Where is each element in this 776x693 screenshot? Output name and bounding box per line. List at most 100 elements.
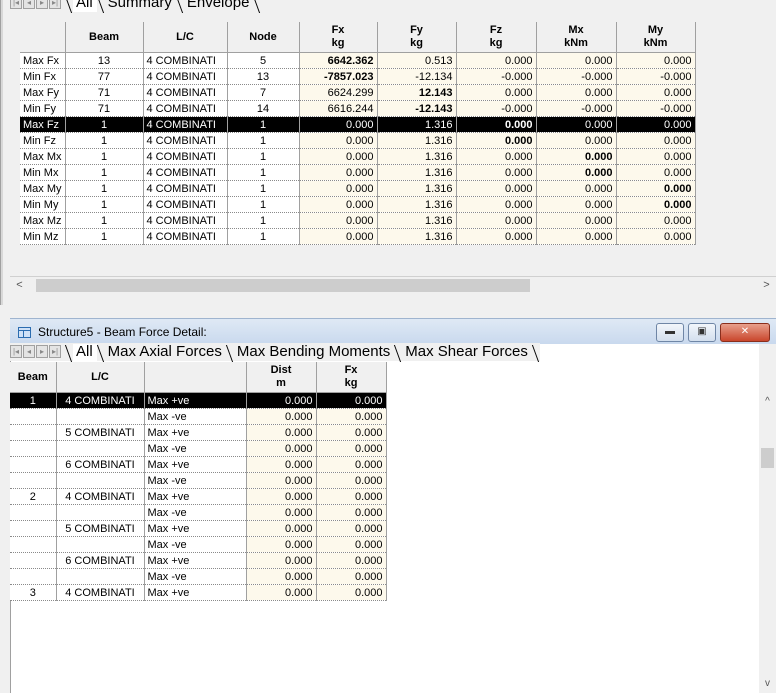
table-row[interactable]: Min Mx 1 4 COMBINATI 1 0.000 1.316 0.000 0.000 0… [20,164,696,181]
load-case-cell: 5 COMBINATI [56,520,145,537]
scrollbar-thumb[interactable] [36,279,530,292]
column-header[interactable] [20,22,66,53]
load-case-cell: 4 COMBINATI [143,68,228,85]
tab-prev-icon[interactable]: ◂ [23,0,35,9]
table-row[interactable]: Max Mz 1 4 COMBINATI 1 0.000 1.316 0.000 0.000 0… [20,212,696,229]
table-row[interactable]: Max -ve 0.000 0.000 [10,408,387,425]
tab-summary[interactable]: Summary [105,0,176,12]
dist-cell: 0.000 [246,424,317,441]
tab-prev-icon[interactable]: ◂ [23,345,35,358]
vertical-scrollbar[interactable]: ^ v [759,344,776,693]
column-header-name: Mx [568,24,584,36]
node-cell: 1 [227,164,300,181]
table-row[interactable]: 34 COMBINATI Max +ve 0.000 0.000 [10,584,387,601]
table-row[interactable]: Max Fz 1 4 COMBINATI 1 0.000 1.316 0.000 0.000 0… [20,116,696,133]
column-header-name: Fx [344,364,358,376]
fx-cell: 0.000 [316,424,387,441]
fx-cell: 0.000 [299,212,378,229]
fx-cell: 0.000 [299,228,378,245]
table-row[interactable]: Max -ve 0.000 0.000 [10,568,387,585]
tab-max-shear-forces[interactable]: Max Shear Forces [402,344,532,361]
column-header[interactable]: L/C [56,362,145,393]
table-row[interactable]: Max -ve 0.000 0.000 [10,472,387,489]
column-header[interactable]: Beam [65,22,144,53]
fy-cell: 1.316 [377,164,457,181]
fx-cell: 0.000 [316,408,387,425]
node-cell: 1 [227,228,300,245]
column-header[interactable]: Fz kg [456,22,537,53]
table-row[interactable]: Max My 1 4 COMBINATI 1 0.000 1.316 0.000 0.000 0… [20,180,696,197]
column-header[interactable]: Beam [10,362,57,393]
tab-max-bending-moments[interactable]: Max Bending Moments [234,344,394,361]
chevron-up-icon[interactable]: ^ [759,396,776,411]
table-row[interactable]: Max Mx 1 4 COMBINATI 1 0.000 1.316 0.000 0.000 0… [20,148,696,165]
extreme-type-cell: Max -ve [144,408,247,425]
column-header[interactable]: Mx kNm [536,22,617,53]
tab-last-icon[interactable]: ▸| [49,345,61,358]
chevron-down-icon[interactable]: v [759,678,776,693]
beam-cell [10,504,57,521]
mx-cell: 0.000 [536,196,617,213]
column-header[interactable]: Fx kg [316,362,387,393]
beam-cell [10,408,57,425]
row-label: Min Mz [20,228,66,245]
dist-cell: 0.000 [246,584,317,601]
row-label: Max Fz [20,116,66,133]
tab-first-icon[interactable]: |◂ [10,0,22,9]
tab-all[interactable]: All [73,344,97,361]
table-row[interactable]: 5 COMBINATI Max +ve 0.000 0.000 [10,424,387,441]
beam-cell: 1 [10,392,57,409]
tab-all[interactable]: All [73,0,97,12]
column-header[interactable]: My kNm [616,22,696,53]
table-row[interactable]: Max Fy 71 4 COMBINATI 7 6624.299 12.143 0.000 0… [20,84,696,101]
dist-cell: 0.000 [246,472,317,489]
table-row[interactable]: Max -ve 0.000 0.000 [10,440,387,457]
column-header-unit: kg [344,377,358,389]
chevron-left-icon[interactable]: < [12,278,27,293]
chevron-right-icon[interactable]: > [759,278,774,293]
tab-next-icon[interactable]: ▸ [36,0,48,9]
table-row[interactable]: 14 COMBINATI Max +ve 0.000 0.000 [10,392,387,409]
title-bar[interactable]: Structure5 - Beam Force Detail: ▬ ▣ ✕ [10,318,776,344]
mx-cell: 0.000 [536,212,617,229]
load-case-cell: 4 COMBINATI [143,212,228,229]
column-header[interactable]: Fy kg [377,22,457,53]
minimize-icon[interactable]: ▬ [656,323,684,342]
fx-cell: 0.000 [316,552,387,569]
tab-last-icon[interactable]: ▸| [49,0,61,9]
extreme-type-cell: Max +ve [144,584,247,601]
maximize-icon[interactable]: ▣ [688,323,716,342]
tab-next-icon[interactable]: ▸ [36,345,48,358]
extreme-type-cell: Max -ve [144,440,247,457]
table-row[interactable]: Max -ve 0.000 0.000 [10,504,387,521]
table-row[interactable]: Min My 1 4 COMBINATI 1 0.000 1.316 0.000 0.000 0… [20,196,696,213]
tab-max-axial-forces[interactable]: Max Axial Forces [105,344,226,361]
table-row[interactable]: Max -ve 0.000 0.000 [10,536,387,553]
table-row[interactable]: 6 COMBINATI Max +ve 0.000 0.000 [10,456,387,473]
dist-cell: 0.000 [246,552,317,569]
table-row[interactable]: 6 COMBINATI Max +ve 0.000 0.000 [10,552,387,569]
column-header-unit: kg [331,37,345,49]
column-header[interactable]: Dist m [246,362,317,393]
tab-envelope[interactable]: Envelope [184,0,254,12]
close-icon[interactable]: ✕ [720,323,770,342]
tab-first-icon[interactable]: |◂ [10,345,22,358]
load-case-cell [56,472,145,489]
column-header[interactable]: Fx kg [299,22,378,53]
extreme-type-cell: Max -ve [144,536,247,553]
column-header-name: Dist [270,364,292,376]
column-header[interactable] [144,362,247,393]
table-row[interactable]: Min Fx 77 4 COMBINATI 13 -7857.023 -12.134 -0.… [20,68,696,85]
table-row[interactable]: Min Mz 1 4 COMBINATI 1 0.000 1.316 0.000 0.000 0… [20,228,696,245]
table-row[interactable]: Min Fz 1 4 COMBINATI 1 0.000 1.316 0.000 0.000 0… [20,132,696,149]
column-header[interactable]: Node [227,22,300,53]
horizontal-scrollbar[interactable]: < > [10,276,776,293]
table-row[interactable]: Max Fx 13 4 COMBINATI 5 6642.362 0.513 0.000 0.… [20,52,696,69]
table-row[interactable]: 5 COMBINATI Max +ve 0.000 0.000 [10,520,387,537]
table-row[interactable]: 24 COMBINATI Max +ve 0.000 0.000 [10,488,387,505]
column-header[interactable]: L/C [143,22,228,53]
beam-cell [10,552,57,569]
fy-cell: 1.316 [377,212,457,229]
table-row[interactable]: Min Fy 71 4 COMBINATI 14 6616.244 -12.143 -0.0… [20,100,696,117]
scrollbar-thumb[interactable] [761,448,774,468]
